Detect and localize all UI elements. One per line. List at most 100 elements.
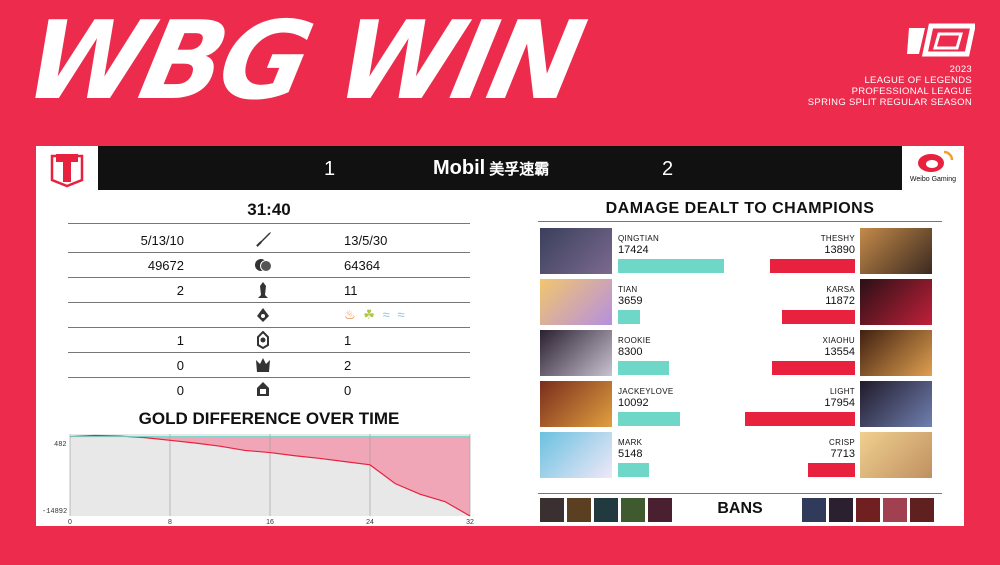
x-tick-label: 16: [266, 519, 274, 526]
left-gold: 49672: [147, 258, 184, 273]
right-gold: 64364: [344, 258, 381, 273]
sponsor-name: Mobil: [433, 157, 486, 179]
player-name: XIAOHU: [822, 336, 855, 345]
left-baron: 0: [176, 358, 184, 373]
champion-portrait: [860, 330, 932, 376]
wbg-logo-icon: Weibo Gaming: [902, 146, 964, 190]
right-kda: 13/5/30: [344, 233, 388, 248]
x-tick-label: 32: [466, 519, 474, 526]
wbg-name: Weibo Gaming: [909, 176, 957, 183]
game-time: 31:40: [247, 200, 291, 219]
league-name: LEAGUE OF LEGENDS: [864, 75, 972, 86]
x-tick-label: 0: [68, 519, 72, 526]
right-elder: 0: [344, 383, 352, 398]
player-name: THESHY: [820, 234, 855, 243]
player-name: TIAN: [618, 285, 638, 294]
left-kda: 5/13/10: [140, 233, 184, 248]
league-year: 2023: [949, 64, 972, 75]
gold-icon: [255, 259, 272, 272]
dragon-icon: [257, 308, 269, 322]
league-type: PROFESSIONAL LEAGUE: [851, 86, 972, 97]
ban-champion-icon: [856, 498, 880, 522]
left-elder: 0: [176, 383, 184, 398]
damage-bar: [772, 361, 855, 375]
baron-icon: [256, 358, 270, 372]
damage-value: 13890: [824, 244, 855, 256]
damage-bar: [782, 310, 855, 324]
stat-row-towers: 2 11: [68, 278, 470, 303]
right-team-score: 2: [662, 158, 674, 180]
champion-portrait: [540, 279, 612, 325]
player-name: LIGHT: [829, 387, 855, 396]
damage-value: 17954: [824, 397, 855, 409]
player-name: JACKEYLOVE: [618, 387, 674, 396]
stat-row-elder: 0 0: [68, 378, 470, 402]
champion-portrait: [860, 228, 932, 274]
gold-plot: [69, 434, 471, 517]
player-name: MARK: [618, 438, 643, 447]
bans-label: BANS: [717, 500, 763, 517]
left-team-score: 1: [324, 158, 336, 180]
x-tick-label: 8: [168, 519, 172, 526]
damage-bar: [618, 463, 650, 477]
left-towers: 2: [176, 283, 184, 298]
sword-icon: [256, 232, 271, 247]
stat-row-gold: 49672 64364: [68, 253, 470, 278]
ban-champion-icon: [567, 498, 591, 522]
mountain-dragon-icon: ☘: [363, 307, 375, 322]
damage-bar: [770, 259, 855, 273]
player-name: CRISP: [829, 438, 855, 447]
damage-bar: [618, 310, 641, 324]
ban-champion-icon: [829, 498, 853, 522]
champion-portrait: [860, 432, 932, 478]
champion-portrait: [540, 228, 612, 274]
player-name: QINGTIAN: [618, 234, 660, 243]
herald-icon: [257, 331, 269, 349]
damage-bar: [618, 361, 669, 375]
damage-bar: [745, 412, 855, 426]
stat-row-dragons: ♨ ☘ ≈ ≈: [68, 303, 470, 328]
damage-bar: [618, 412, 680, 426]
damage-bar: [807, 463, 855, 477]
sponsor-logo: Mobil 美孚速霸: [433, 157, 549, 180]
damage-value: 3659: [618, 295, 643, 307]
champion-portrait: [860, 381, 932, 427]
divider: [68, 223, 470, 224]
damage-title: DAMAGE DEALT TO CHAMPIONS: [605, 200, 875, 217]
champion-portrait: [860, 279, 932, 325]
damage-value: 8300: [618, 346, 643, 358]
ban-champion-icon: [594, 498, 618, 522]
stat-row-herald: 1 1: [68, 328, 470, 353]
divider: [538, 493, 942, 494]
divider: [538, 221, 942, 222]
sponsor-name-cn: 美孚速霸: [489, 160, 550, 178]
stat-row-kda: 5/13/10 13/5/30: [68, 228, 470, 253]
damage-value: 11872: [825, 295, 855, 307]
right-dragons: ♨ ☘ ≈ ≈: [344, 307, 404, 323]
league-split: SPRING SPLIT REGULAR SEASON: [807, 97, 972, 108]
win-title: WBG WIN: [14, 0, 591, 124]
league-info: 2023 LEAGUE OF LEGENDS PROFESSIONAL LEAG…: [808, 64, 972, 108]
infernal-dragon-icon: ♨: [344, 307, 356, 322]
damage-value: 10092: [618, 397, 649, 409]
x-tick-label: 24: [366, 519, 374, 526]
tes-logo-icon: [36, 146, 98, 190]
cloud-dragon-icon: ≈: [397, 307, 405, 322]
stat-row-baron: 0 2: [68, 353, 470, 378]
right-herald: 1: [344, 333, 352, 348]
gold-chart-title: GOLD DIFFERENCE OVER TIME: [138, 409, 400, 428]
cloud-dragon-icon: ≈: [382, 307, 390, 322]
champion-portrait: [540, 381, 612, 427]
ban-champion-icon: [910, 498, 934, 522]
ban-champion-icon: [540, 498, 564, 522]
lpl-logo-icon: [907, 23, 975, 57]
y-top-label: 482: [54, 441, 67, 449]
y-bottom-label: -14892: [42, 508, 67, 516]
damage-value: 17424: [618, 244, 649, 256]
damage-bar: [618, 259, 725, 273]
damage-value: 7713: [830, 448, 855, 460]
x-axis-labels: 0 8 16 24 32: [68, 519, 474, 526]
champion-portrait: [540, 330, 612, 376]
player-name: KARSA: [826, 285, 855, 294]
damage-value: 13554: [824, 346, 855, 358]
